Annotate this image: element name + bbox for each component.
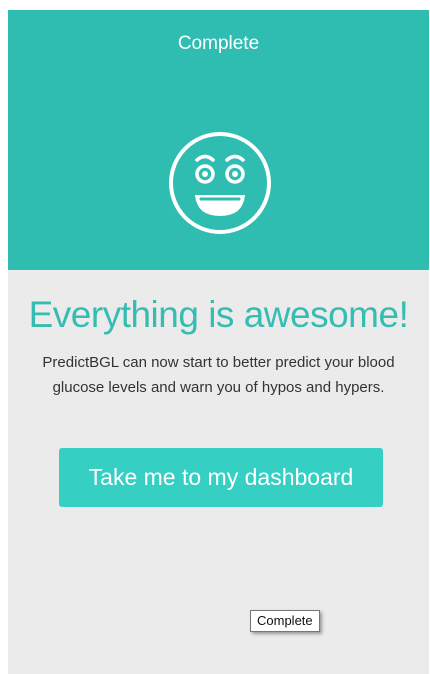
completion-screen: Complete Everything is awesome! PredictB…	[8, 10, 429, 674]
headline: Everything is awesome!	[28, 294, 409, 335]
page-title: Complete	[177, 33, 260, 54]
smiling-face-icon	[169, 132, 271, 234]
tooltip: Complete	[250, 610, 320, 632]
dashboard-button[interactable]: Take me to my dashboard	[59, 448, 383, 507]
completion-message: PredictBGL can now start to better predi…	[42, 354, 395, 396]
header-banner: Complete	[8, 10, 429, 270]
